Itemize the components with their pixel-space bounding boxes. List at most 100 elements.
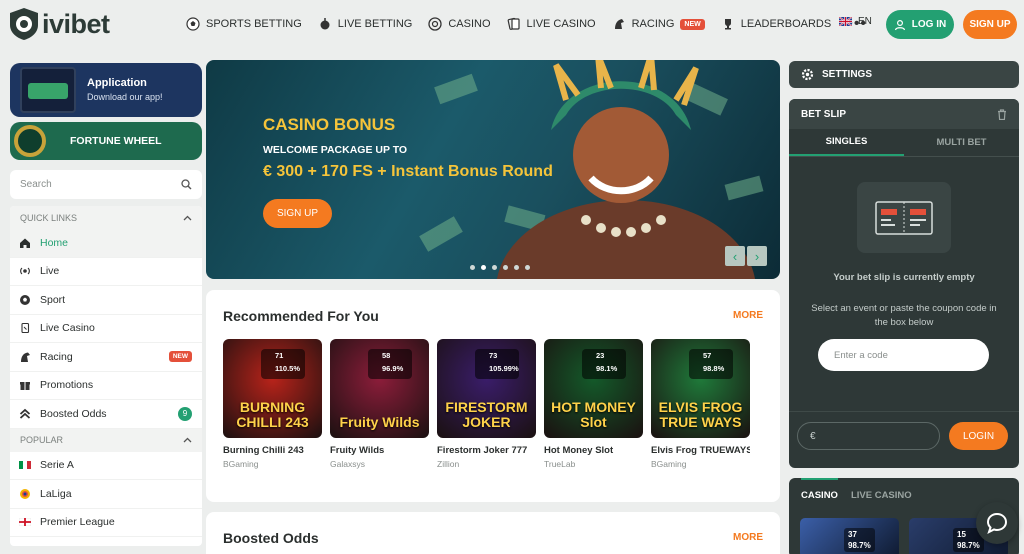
boosted-odds-section: Boosted Odds MORE [206,512,780,554]
rtp-value: 98.1% [596,364,618,373]
bet-slip-panel: BET SLIP SINGLES MULTI BET Your bet slip… [789,99,1019,468]
bet-slip-footer: € LOGIN [789,411,1019,468]
carousel-dot[interactable] [514,265,519,270]
section-title: POPULAR [20,435,64,445]
nav-label: CASINO [448,18,491,30]
chevron-left-icon[interactable]: ‹ [725,246,745,266]
game-thumbnail[interactable]: 71 110.5% BURNING CHILLI 243 [223,339,322,438]
game-name: Hot Money Slot [544,445,614,456]
sidebar-item-live[interactable]: Live [10,258,202,286]
game-card[interactable]: 71 110.5% BURNING CHILLI 243 Burning Chilli… [223,339,322,469]
section-title: Boosted Odds [223,530,319,546]
tab-multi-bet[interactable]: MULTI BET [904,129,1019,156]
games-row: 71 110.5% BURNING CHILLI 243 Burning Chilli… [223,339,750,469]
game-provider: TrueLab [544,459,576,469]
carousel-dot[interactable] [503,265,508,270]
hero-subtitle: WELCOME PACKAGE UP TO [263,144,408,156]
login-label: LOG IN [911,19,947,30]
carousel-dot[interactable] [492,265,497,270]
trash-icon[interactable] [997,108,1007,120]
game-thumbnail[interactable]: 57 98.8% ELVIS FROG TRUE WAYS [651,339,750,438]
new-badge: NEW [168,351,192,363]
game-name: Burning Chilli 243 [223,445,304,456]
sidebar-item-serie-a[interactable]: Serie A [10,452,202,480]
nav-sports-betting[interactable]: SPORTS BETTING [186,17,302,31]
search-box[interactable]: Search [10,170,202,199]
empty-message: Your bet slip is currently empty [833,272,975,283]
players-count: 37 [848,530,857,539]
sidebar-item-racing[interactable]: Racing NEW [10,343,202,372]
nav-live-casino[interactable]: LIVE CASINO [507,17,596,31]
players-count: 15 [957,530,966,539]
settings-label: SETTINGS [822,69,873,80]
carousel-dot[interactable] [481,265,486,270]
login-button[interactable]: LOG IN [886,10,954,39]
casino-widget-tabs: CASINO LIVE CASINO [789,478,1019,507]
quick-links-header[interactable]: QUICK LINKS [10,206,202,229]
game-stats: 57 98.8% [689,349,733,379]
popular-header[interactable]: POPULAR [10,428,202,452]
nav-live-betting[interactable]: LIVE BETTING [318,17,412,31]
settings-button[interactable]: SETTINGS [789,61,1019,88]
app-download-banner[interactable]: Application Download our app! [10,63,202,117]
sidebar-item-laliga[interactable]: LaLiga [10,480,202,509]
chat-button[interactable] [976,502,1018,544]
rtp-value: 98.8% [703,364,725,373]
carousel-dot[interactable] [470,265,475,270]
chevron-up-icon [183,437,192,443]
phone-image [20,67,76,113]
game-thumbnail[interactable]: 23 98.1% HOT MONEY Slot [544,339,643,438]
sidebar-item-premier-league[interactable]: Premier League [10,509,202,537]
wheel-icon [14,125,46,157]
sidebar-item-label: LaLiga [40,487,72,500]
sidebar-item-promotions[interactable]: Promotions [10,372,202,400]
sidebar-item-live-casino[interactable]: Live Casino [10,315,202,343]
nav-label: SPORTS BETTING [206,18,302,30]
game-card[interactable]: 23 98.1% HOT MONEY Slot Hot Money Slot TrueL… [544,339,643,469]
game-art-title: ELVIS FROG TRUE WAYS [658,399,743,430]
stake-input[interactable]: € [797,422,940,450]
brand-logo[interactable]: ivibet [8,7,110,41]
game-provider: Zillion [437,459,460,469]
tab-casino[interactable]: CASINO [801,478,838,507]
game-thumbnail[interactable]: 58 96.9% Fruity Wilds [330,339,429,438]
search-input[interactable]: Search [20,179,52,190]
signup-button[interactable]: SIGN UP [963,10,1017,39]
boost-icon [19,408,31,420]
coupon-code-input[interactable]: Enter a code [818,339,989,371]
fortune-wheel-banner[interactable]: FORTUNE WHEEL [10,122,202,160]
user-icon [894,19,905,30]
sidebar-item-sport[interactable]: Sport [10,286,202,315]
language-selector[interactable]: EN [839,16,872,27]
game-card[interactable]: 58 96.9% Fruity Wilds Fruity Wilds Galaxsys [330,339,429,469]
bet-slip-header: BET SLIP [789,99,1019,129]
game-stats: 23 98.1% [582,349,626,379]
horse-icon [19,351,31,363]
sidebar-item-home[interactable]: Home [10,229,202,258]
game-card[interactable]: 57 98.8% ELVIS FROG TRUE WAYS Elvis Frog TR… [651,339,750,469]
bet-slip-login-button[interactable]: LOGIN [949,422,1008,450]
gear-icon [801,68,814,81]
game-provider: Galaxsys [330,459,365,469]
sidebar-item-boosted-odds[interactable]: Boosted Odds 9 [10,400,202,429]
tab-singles[interactable]: SINGLES [789,129,904,156]
players-count: 71 [275,351,284,360]
more-link[interactable]: MORE [733,532,763,543]
game-art-title: BURNING CHILLI 243 [236,399,309,430]
hero-banner[interactable]: CASINO BONUS WELCOME PACKAGE UP TO € 300… [206,60,780,279]
sidebar-item-label: Live Casino [40,322,95,335]
game-card[interactable]: 73 105.99% FIRESTORM JOKER Firestorm Joker … [437,339,536,469]
language-code: EN [858,16,872,27]
tab-live-casino[interactable]: LIVE CASINO [851,490,912,507]
nav-leaderboards[interactable]: LEADERBOARDS [721,17,831,31]
chevron-right-icon[interactable]: › [747,246,767,266]
casino-widget-game[interactable]: 37 98.7% [800,518,899,554]
uk-flag-icon [839,17,852,26]
hero-signup-button[interactable]: SIGN UP [263,199,332,228]
nav-casino[interactable]: CASINO [428,17,491,31]
game-stats: 71 110.5% [261,349,305,379]
game-thumbnail[interactable]: 73 105.99% FIRESTORM JOKER [437,339,536,438]
more-link[interactable]: MORE [733,310,763,321]
carousel-dot[interactable] [525,265,530,270]
nav-racing[interactable]: RACING NEW [612,17,705,31]
